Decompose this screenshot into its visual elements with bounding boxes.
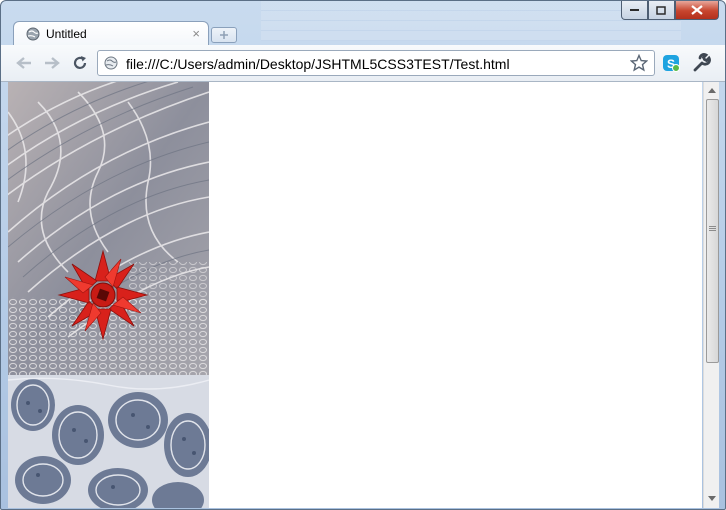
scroll-down-button[interactable] <box>704 490 720 506</box>
star-icon[interactable] <box>630 54 648 72</box>
back-arrow-icon <box>16 57 31 69</box>
reload-icon <box>73 56 87 69</box>
chevron-down-icon <box>708 495 716 501</box>
maximize-icon <box>656 5 666 15</box>
close-window-button[interactable] <box>675 1 719 20</box>
window-caption-buttons <box>621 1 719 20</box>
url-text: file:///C:/Users/admin/Desktop/JSHTML5CS… <box>126 56 510 72</box>
scrollbar-grip <box>709 226 716 232</box>
reload-button[interactable] <box>71 54 89 72</box>
cellular-texture-image <box>8 375 209 508</box>
browser-window: Untitled × file:///C:/Users/admin/Deskto… <box>0 0 726 510</box>
back-button[interactable] <box>15 54 33 72</box>
plus-icon <box>220 31 228 39</box>
wrench-icon[interactable] <box>691 53 711 73</box>
tab-untitled[interactable]: Untitled × <box>13 21 209 45</box>
globe-icon <box>26 27 40 41</box>
desktop-background-ghost <box>261 1 681 41</box>
new-tab-button[interactable] <box>211 27 237 43</box>
scrollbar-thumb[interactable] <box>706 99 719 363</box>
address-bar[interactable]: file:///C:/Users/admin/Desktop/JSHTML5CS… <box>97 50 655 76</box>
marbled-texture-image <box>8 82 209 375</box>
scroll-up-button[interactable] <box>704 82 720 98</box>
minimize-button[interactable] <box>621 1 648 20</box>
tab-title: Untitled <box>46 27 87 41</box>
red-bow-icon <box>57 249 149 341</box>
chevron-up-icon <box>708 87 716 93</box>
forward-arrow-icon <box>45 57 60 69</box>
forward-button[interactable] <box>43 54 61 72</box>
maximize-button[interactable] <box>648 1 675 20</box>
page-globe-icon <box>104 56 118 70</box>
browser-toolbar: file:///C:/Users/admin/Desktop/JSHTML5CS… <box>1 45 725 82</box>
tab-close-button[interactable]: × <box>192 26 200 41</box>
skype-extension-icon[interactable]: S <box>661 53 681 73</box>
page-viewport <box>8 82 702 508</box>
close-icon <box>691 5 703 15</box>
minimize-icon <box>629 9 639 11</box>
vertical-scrollbar[interactable] <box>703 82 719 508</box>
